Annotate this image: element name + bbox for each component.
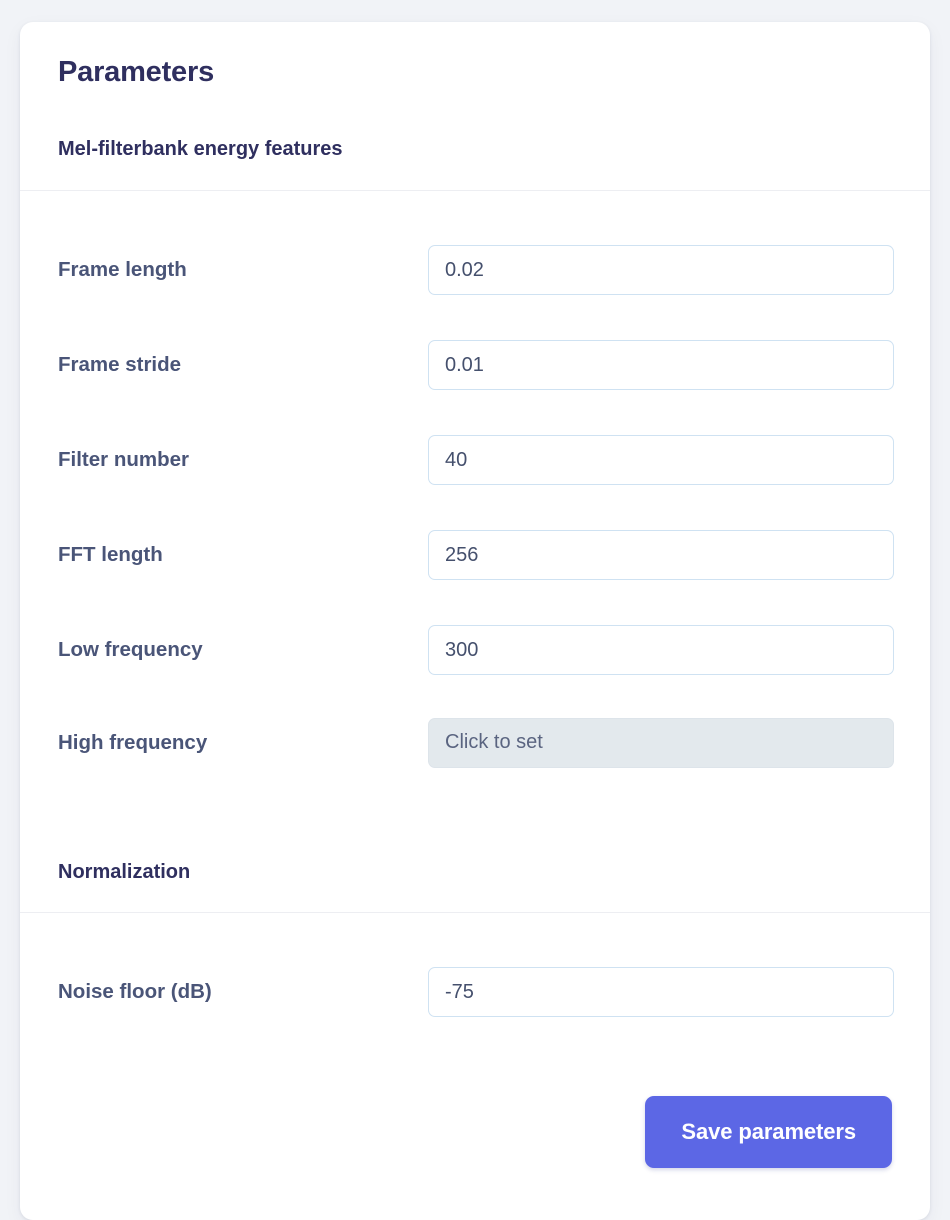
fields-mel-filterbank: Frame length Frame stride Filter number … — [20, 191, 930, 788]
field-label-high-frequency: High frequency — [58, 730, 208, 754]
fields-normalization: Noise floor (dB) — [20, 913, 930, 1040]
field-row-frame-stride: Frame stride — [58, 318, 894, 413]
low-frequency-input[interactable] — [428, 625, 894, 676]
field-control-frame-length — [428, 245, 894, 296]
parameters-card: Parameters Mel-filterbank energy feature… — [20, 22, 930, 1220]
fft-length-input[interactable] — [428, 530, 894, 581]
section-heading-normalization: Normalization — [58, 860, 191, 883]
field-control-filter-number — [428, 435, 894, 486]
field-row-noise-floor: Noise floor (dB) — [58, 945, 894, 1040]
field-label-fft-length: FFT length — [58, 543, 163, 566]
field-label-noise-floor: Noise floor (dB) — [58, 980, 212, 1003]
field-control-frame-stride — [428, 340, 894, 391]
field-row-high-frequency: High frequency Click to set — [58, 698, 894, 788]
field-label-frame-stride: Frame stride — [58, 353, 182, 376]
page-root: Parameters Mel-filterbank energy feature… — [0, 0, 950, 1220]
high-frequency-click-to-set[interactable]: Click to set — [428, 717, 894, 768]
section-heading-mel-filterbank: Mel-filterbank energy features — [58, 137, 343, 160]
field-control-fft-length — [428, 530, 894, 581]
field-label-frame-length: Frame length — [58, 258, 187, 281]
field-row-fft-length: FFT length — [58, 508, 894, 603]
field-row-frame-length: Frame length — [58, 223, 894, 318]
card-footer: Save parameters — [20, 1040, 930, 1168]
page-title: Parameters — [58, 56, 214, 88]
card-bottom-spacer — [20, 1168, 930, 1220]
field-row-filter-number: Filter number — [58, 413, 894, 508]
save-parameters-button[interactable]: Save parameters — [645, 1095, 892, 1168]
card-header: Parameters Mel-filterbank energy feature… — [20, 22, 930, 190]
field-control-low-frequency — [428, 625, 894, 676]
field-label-filter-number: Filter number — [58, 448, 189, 471]
field-row-low-frequency: Low frequency — [58, 603, 894, 698]
field-label-low-frequency: Low frequency — [58, 638, 203, 661]
field-control-high-frequency: Click to set — [428, 717, 894, 768]
noise-floor-input[interactable] — [428, 967, 894, 1018]
field-control-noise-floor — [428, 967, 894, 1018]
frame-stride-input[interactable] — [428, 340, 894, 391]
frame-length-input[interactable] — [428, 245, 894, 296]
normalization-header: Normalization — [20, 788, 930, 912]
filter-number-input[interactable] — [428, 435, 894, 486]
